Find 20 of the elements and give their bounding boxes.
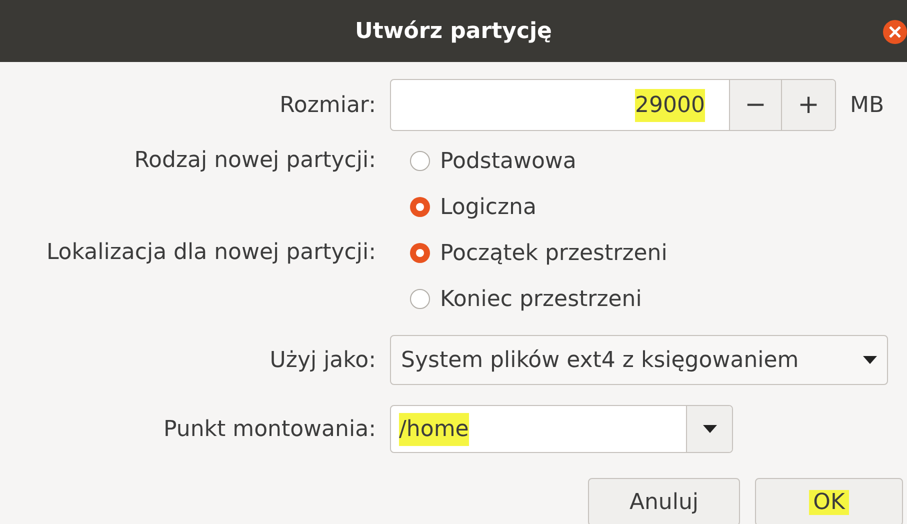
radio-label: Koniec przestrzeni xyxy=(440,286,642,314)
radio-label: Podstawowa xyxy=(440,148,576,176)
radio-label: Początek przestrzeni xyxy=(440,240,668,268)
radio-button[interactable] xyxy=(410,197,430,217)
filesystem-dropdown[interactable]: System plików ext4 z księgowaniem xyxy=(390,335,888,385)
unit-label: MB xyxy=(850,92,884,120)
field-label: Rozmiar: xyxy=(278,92,377,120)
field-label: Lokalizacja dla nowej partycji: xyxy=(45,239,377,267)
window-title: Utwórz partycję xyxy=(355,18,552,46)
close-icon[interactable] xyxy=(880,20,907,44)
field-label: Punkt montowania: xyxy=(162,416,377,444)
radio-label: Logiczna xyxy=(440,194,536,222)
dialog-button[interactable]: Anuluj xyxy=(588,478,740,524)
radio-button[interactable] xyxy=(410,151,430,171)
radio-button[interactable] xyxy=(410,289,430,309)
dialog-button[interactable]: OK xyxy=(755,478,903,524)
field-label: Użyj jako: xyxy=(268,346,377,374)
radio-button[interactable] xyxy=(410,243,430,263)
field-label: Rodzaj nowej partycji: xyxy=(133,147,377,175)
caret-icon xyxy=(863,356,877,364)
